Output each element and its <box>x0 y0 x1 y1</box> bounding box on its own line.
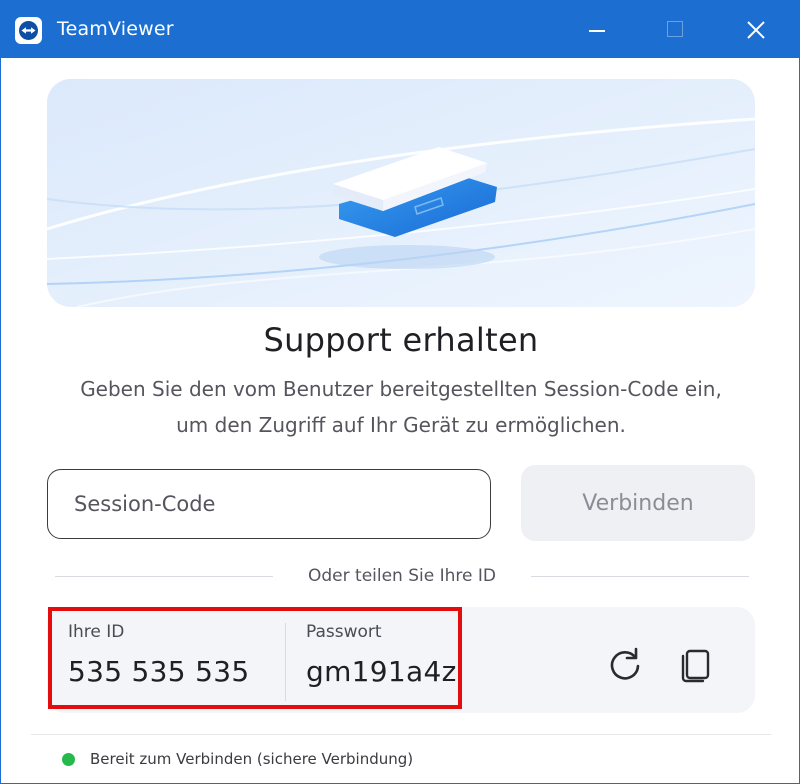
status-indicator-dot <box>62 753 75 766</box>
maximize-button[interactable] <box>645 1 705 58</box>
teamviewer-logo-icon <box>15 17 42 44</box>
refresh-password-button[interactable] <box>604 643 646 685</box>
title-bar[interactable]: TeamViewer <box>1 1 799 58</box>
page-title: Support erhalten <box>263 321 539 359</box>
copy-icon <box>681 649 710 683</box>
close-icon <box>747 21 765 39</box>
minimize-button[interactable] <box>567 1 627 58</box>
footer-divider <box>31 734 771 735</box>
window-title: TeamViewer <box>57 18 174 40</box>
maximize-icon <box>667 21 683 37</box>
page-description: Geben Sie den vom Benutzer bereitgestell… <box>80 377 722 437</box>
credentials-highlight-box <box>48 607 462 709</box>
minimize-icon <box>589 30 605 32</box>
divider-label: Oder teilen Sie Ihre ID <box>308 566 496 586</box>
connect-button[interactable]: Verbinden <box>521 465 755 541</box>
connection-status-text: Bereit zum Verbinden (sichere Verbindung… <box>90 750 414 768</box>
refresh-icon <box>610 647 640 680</box>
divider-line-left <box>55 576 273 577</box>
teamviewer-window: TeamViewer Support erhalten Geben Sie de… <box>0 0 800 784</box>
session-code-input[interactable] <box>47 469 491 539</box>
copy-credentials-button[interactable] <box>676 643 718 685</box>
divider-line-right <box>531 576 749 577</box>
hero-illustration <box>47 79 755 307</box>
close-button[interactable] <box>725 1 785 58</box>
